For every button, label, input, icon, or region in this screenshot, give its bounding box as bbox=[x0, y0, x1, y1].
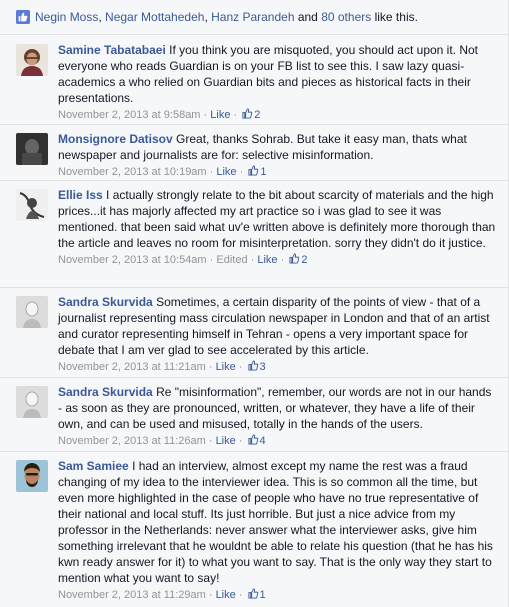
separator: · bbox=[277, 254, 288, 266]
separator: · bbox=[235, 435, 246, 447]
comment-item: Sam Samiee I had an interview, almost ex… bbox=[0, 452, 508, 607]
avatar[interactable] bbox=[16, 296, 48, 328]
like-count[interactable]: 2 bbox=[254, 109, 260, 121]
comment-timestamp[interactable]: November 2, 2013 at 11:29am bbox=[58, 589, 206, 601]
comment-meta: November 2, 2013 at 9:58am · Like · 2 bbox=[58, 107, 498, 123]
comment-timestamp[interactable]: November 2, 2013 at 10:54am bbox=[58, 254, 207, 266]
edited-label[interactable]: Edited bbox=[216, 254, 247, 266]
separator: · bbox=[247, 254, 258, 266]
separator: · bbox=[206, 166, 217, 178]
avatar[interactable] bbox=[16, 133, 48, 165]
like-button[interactable]: Like bbox=[216, 166, 236, 178]
separator: · bbox=[200, 109, 211, 121]
like-count[interactable]: 4 bbox=[260, 435, 266, 447]
liker-name[interactable]: Negar Mottahedeh bbox=[105, 10, 204, 24]
comment-meta: November 2, 2013 at 11:29am · Like · 1 bbox=[58, 587, 498, 603]
thumbs-up-outline-icon bbox=[289, 253, 300, 264]
thumbs-up-outline-icon bbox=[242, 108, 253, 119]
separator: · bbox=[235, 589, 246, 601]
comment-meta: November 2, 2013 at 10:54am · Edited · L… bbox=[58, 252, 498, 268]
like-button[interactable]: Like bbox=[257, 254, 277, 266]
thumbs-up-outline-icon bbox=[247, 588, 258, 599]
comment-timestamp[interactable]: November 2, 2013 at 11:21am bbox=[58, 361, 206, 373]
thumbs-up-outline-icon bbox=[247, 360, 258, 371]
comment-author[interactable]: Samine Tabatabaei bbox=[58, 43, 166, 57]
comment-author[interactable]: Sam Samiee bbox=[58, 459, 129, 473]
comment-item: Ellie Iss I actually strongly relate to … bbox=[0, 181, 508, 288]
comment-author[interactable]: Monsignore Datisov bbox=[58, 132, 173, 146]
like-button[interactable]: Like bbox=[216, 361, 236, 373]
thumbs-up-outline-icon bbox=[247, 434, 258, 445]
comment-meta: November 2, 2013 at 11:26am · Like · 4 bbox=[58, 433, 498, 449]
comment-item: Monsignore Datisov Great, thanks Sohrab.… bbox=[0, 125, 508, 181]
avatar[interactable] bbox=[16, 460, 48, 492]
separator: · bbox=[230, 109, 241, 121]
likes-summary: Negin Moss, Negar Mottahedeh, Hanz Paran… bbox=[0, 0, 508, 35]
comment-text: I actually strongly relate to the bit ab… bbox=[58, 188, 496, 250]
and-text: and bbox=[294, 10, 322, 24]
others-link[interactable]: 80 others bbox=[321, 10, 371, 24]
like-button[interactable]: Like bbox=[216, 435, 236, 447]
like-count[interactable]: 1 bbox=[260, 166, 266, 178]
comment-timestamp[interactable]: November 2, 2013 at 11:26am bbox=[58, 435, 206, 447]
comment-item: Sandra Skurvida Re "misinformation", rem… bbox=[0, 378, 508, 452]
comment-item: Samine Tabatabaei If you think you are m… bbox=[0, 36, 508, 125]
comment-author[interactable]: Sandra Skurvida bbox=[58, 385, 153, 399]
liker-name[interactable]: Negin Moss bbox=[35, 10, 98, 24]
separator: · bbox=[205, 361, 216, 373]
like-count[interactable]: 2 bbox=[301, 254, 307, 266]
liker-name[interactable]: Hanz Parandeh bbox=[211, 10, 294, 24]
separator: · bbox=[205, 589, 216, 601]
comment-meta: November 2, 2013 at 10:19am · Like · 1 bbox=[58, 164, 498, 180]
thumbs-up-icon bbox=[16, 10, 30, 24]
comment-author[interactable]: Ellie Iss bbox=[58, 188, 103, 202]
comment-item: Sandra Skurvida Sometimes, a certain dis… bbox=[0, 288, 508, 378]
like-this-text: like this. bbox=[374, 10, 418, 24]
separator: · bbox=[236, 166, 247, 178]
like-count[interactable]: 3 bbox=[260, 361, 266, 373]
comment-meta: November 2, 2013 at 11:21am · Like · 3 bbox=[58, 359, 498, 375]
like-button[interactable]: Like bbox=[210, 109, 230, 121]
comment-text: I had an interview, almost except my nam… bbox=[58, 459, 493, 585]
comment-author[interactable]: Sandra Skurvida bbox=[58, 295, 153, 309]
comments-panel: Negin Moss, Negar Mottahedeh, Hanz Paran… bbox=[0, 0, 509, 607]
separator: · bbox=[235, 361, 246, 373]
like-button[interactable]: Like bbox=[216, 589, 236, 601]
comment-timestamp[interactable]: November 2, 2013 at 9:58am bbox=[58, 109, 200, 121]
separator: · bbox=[205, 435, 216, 447]
comment-timestamp[interactable]: November 2, 2013 at 10:19am bbox=[58, 166, 207, 178]
separator: · bbox=[206, 254, 217, 266]
thumbs-up-outline-icon bbox=[248, 165, 259, 176]
avatar[interactable] bbox=[16, 189, 48, 221]
avatar[interactable] bbox=[16, 386, 48, 418]
avatar[interactable] bbox=[16, 44, 48, 76]
like-count[interactable]: 1 bbox=[260, 589, 266, 601]
